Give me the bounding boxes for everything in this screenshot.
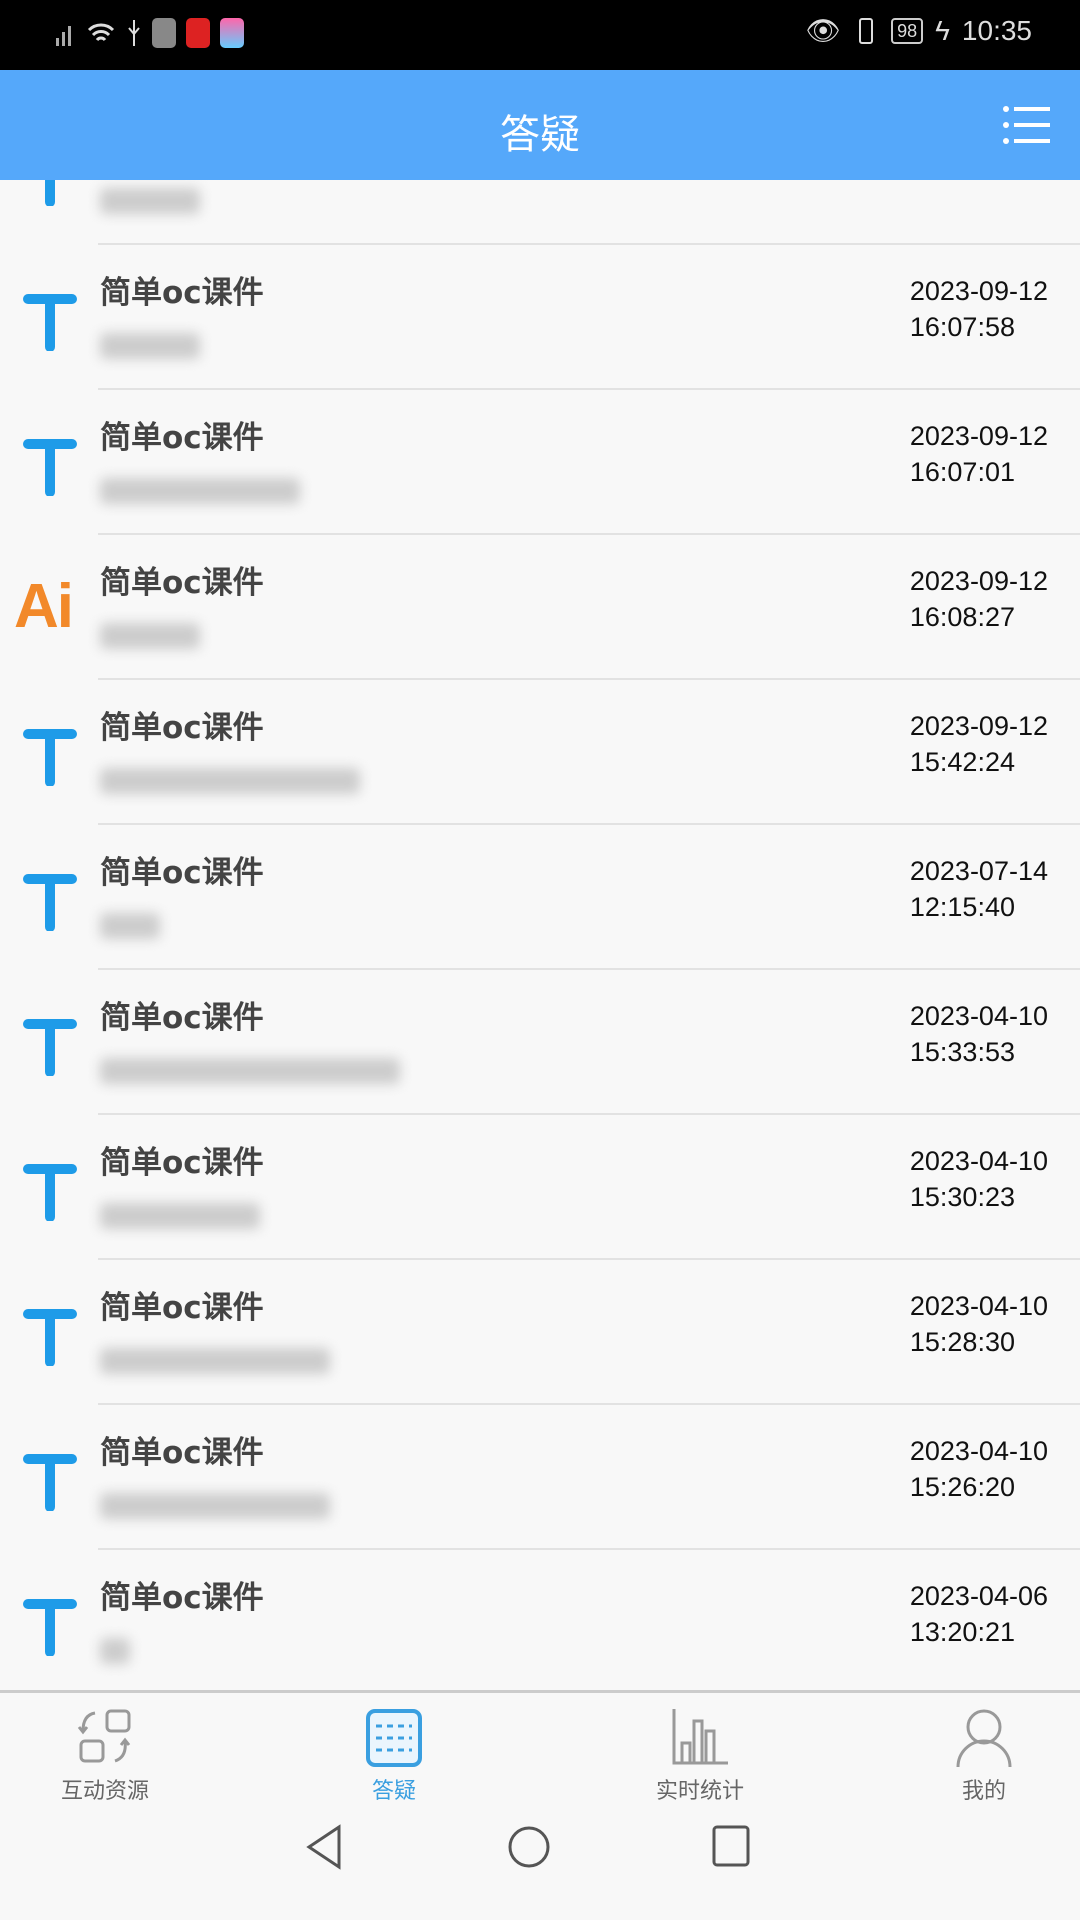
list-item[interactable]: 简单oc课件 2023-04-06 13:20:21 — [0, 1550, 1080, 1690]
signal-icon — [56, 26, 71, 46]
item-timestamp: 2023-07-14 12:15:40 — [909, 856, 1048, 922]
item-timestamp: 2023-04-10 15:26:20 — [909, 1436, 1048, 1502]
item-title: 简单oc课件 — [100, 420, 264, 456]
text-file-icon — [23, 729, 77, 786]
ai-file-icon: Ai — [14, 572, 74, 641]
list-item[interactable]: Ai 简单oc课件 2023-09-12 16:08:27 — [0, 535, 1080, 680]
qa-grid-icon — [366, 1709, 422, 1767]
list-item[interactable]: 简单oc课件 2023-09-12 15:42:24 — [0, 680, 1080, 825]
battery-level: 98 — [891, 17, 924, 44]
item-timestamp: 2023-04-10 15:30:23 — [909, 1146, 1048, 1212]
page-title: 答疑 — [500, 112, 580, 158]
text-file-icon — [23, 874, 77, 931]
item-content-blurred — [100, 1058, 400, 1084]
item-title: 简单oc课件 — [100, 1580, 264, 1616]
app-notification-icon — [186, 18, 210, 48]
item-timestamp: 2023-09-12 16:08:27 — [909, 566, 1048, 632]
app-notification-icon — [152, 18, 176, 48]
qa-list: 15:28:22 简单oc课件 2023-09-1216:07:58 简单oc课… — [0, 180, 1080, 1690]
item-title: 简单oc课件 — [100, 855, 264, 891]
tab-interactive-resources[interactable]: 互动资源 — [5, 1707, 205, 1805]
home-icon[interactable] — [507, 1825, 551, 1869]
tab-qa[interactable]: 答疑 — [294, 1707, 494, 1805]
item-title: 简单oc课件 — [100, 275, 264, 311]
usb-icon — [128, 20, 140, 46]
tab-mine[interactable]: 我的 — [884, 1707, 1080, 1805]
list-item[interactable]: 简单oc课件 2023-04-10 15:28:30 — [0, 1260, 1080, 1405]
item-content-blurred — [100, 623, 200, 649]
item-content-blurred — [100, 333, 200, 359]
text-file-icon — [23, 439, 77, 496]
app-header: 答疑 — [0, 70, 1080, 180]
item-title: 简单oc课件 — [100, 1435, 264, 1471]
wifi-icon — [87, 23, 115, 42]
item-title: 简单oc课件 — [100, 1000, 264, 1036]
text-file-icon — [23, 1164, 77, 1221]
item-content-blurred — [100, 188, 200, 214]
list-menu-icon[interactable] — [1002, 104, 1052, 146]
item-content-blurred — [100, 478, 300, 504]
exchange-icon — [77, 1709, 131, 1763]
item-timestamp: 2023-04-10 15:33:53 — [909, 1001, 1048, 1067]
app-notification-icon — [220, 18, 244, 48]
item-content-blurred — [100, 1203, 260, 1229]
charging-icon: ϟ — [935, 14, 950, 46]
list-item[interactable]: 15:28:22 — [0, 180, 1080, 245]
vibrate-icon — [859, 17, 874, 44]
bar-chart-icon — [672, 1709, 728, 1765]
item-timestamp: 2023-09-12 16:07:58 — [909, 276, 1048, 342]
item-title: 简单oc课件 — [100, 1290, 264, 1326]
status-bar: 👁 98 ϟ 10:35 — [0, 0, 1080, 70]
user-icon — [956, 1709, 1012, 1767]
text-file-icon — [23, 1309, 77, 1366]
system-nav-bar — [0, 1800, 1080, 1920]
item-content-blurred — [100, 1493, 330, 1519]
list-item[interactable]: 简单oc课件 2023-07-14 12:15:40 — [0, 825, 1080, 970]
item-content-blurred — [100, 1348, 330, 1374]
recents-icon[interactable] — [712, 1825, 752, 1867]
item-content-blurred — [100, 913, 160, 939]
item-title: 简单oc课件 — [100, 710, 264, 746]
eye-comfort-icon: 👁 — [805, 15, 842, 46]
list-item[interactable]: 简单oc课件 2023-04-10 15:33:53 — [0, 970, 1080, 1115]
item-timestamp: 2023-04-06 13:20:21 — [909, 1581, 1048, 1647]
item-title: 简单oc课件 — [100, 565, 264, 601]
text-file-icon — [23, 1454, 77, 1511]
text-file-icon — [45, 180, 55, 206]
back-icon[interactable] — [305, 1824, 345, 1870]
list-item[interactable]: 简单oc课件 2023-09-12 16:07:58 — [0, 245, 1080, 390]
text-file-icon — [23, 294, 77, 351]
item-timestamp: 2023-09-12 16:07:01 — [909, 421, 1048, 487]
text-file-icon — [23, 1019, 77, 1076]
item-timestamp: 2023-04-10 15:28:30 — [909, 1291, 1048, 1357]
tab-realtime-stats[interactable]: 实时统计 — [600, 1707, 800, 1805]
list-item[interactable]: 简单oc课件 2023-04-10 15:30:23 — [0, 1115, 1080, 1260]
item-content-blurred — [100, 768, 360, 794]
list-item[interactable]: 简单oc课件 2023-09-12 16:07:01 — [0, 390, 1080, 535]
item-title: 简单oc课件 — [100, 1145, 264, 1181]
list-item[interactable]: 简单oc课件 2023-04-10 15:26:20 — [0, 1405, 1080, 1550]
item-content-blurred — [100, 1638, 130, 1664]
text-file-icon — [23, 1599, 77, 1656]
bottom-nav: 互动资源 答疑 实时统计 我的 — [0, 1690, 1080, 1804]
item-timestamp: 2023-09-12 15:42:24 — [909, 711, 1048, 777]
clock: 10:35 — [961, 14, 1032, 46]
